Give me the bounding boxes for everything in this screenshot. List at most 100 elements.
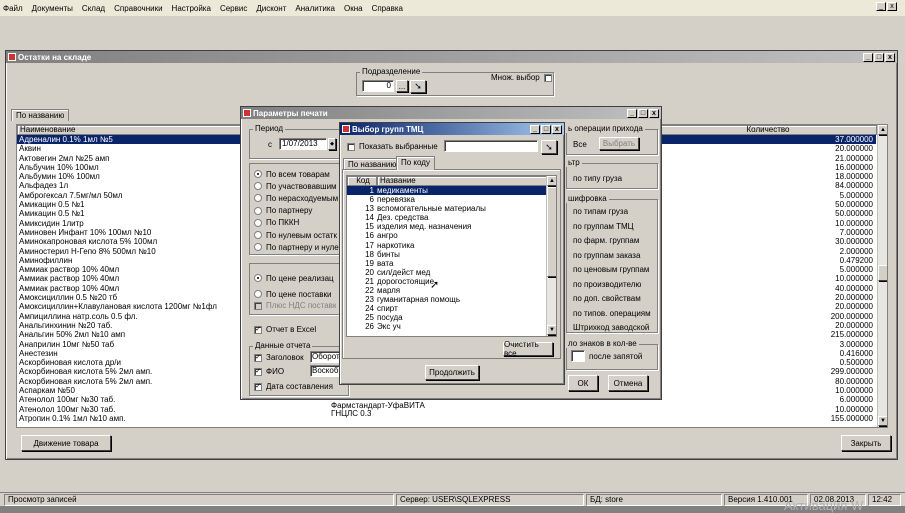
scroll-down-button[interactable]: ▼ xyxy=(878,416,887,426)
table-row-qty[interactable]: 299.000000 xyxy=(657,367,876,376)
group-list-scrollbar[interactable]: ▲ ▼ xyxy=(546,176,556,336)
print-maximize-button[interactable]: □ xyxy=(638,108,648,118)
menu-item[interactable]: Дисконт xyxy=(256,4,286,13)
scope-radio-row[interactable]: По нулевым остатк xyxy=(254,229,339,241)
date-spin-button[interactable]: ◆ xyxy=(328,138,336,150)
signs-input[interactable] xyxy=(571,350,585,362)
grouping-item[interactable]: по группам заказа xyxy=(573,251,651,266)
table-row-qty[interactable]: 215.000000 xyxy=(657,330,876,339)
scope-radio-row[interactable]: По участвовавшим xyxy=(254,180,339,192)
grouping-item[interactable]: по ценовым группам xyxy=(573,265,651,280)
table-row-qty[interactable]: 20.000000 xyxy=(657,144,876,153)
scope-radio[interactable] xyxy=(254,206,262,215)
stock-list-scrollbar[interactable]: ▲ ▼ xyxy=(877,125,887,427)
group-row[interactable]: 20 сил/дейст мед xyxy=(347,268,547,277)
group-row[interactable]: 18 бинты xyxy=(347,250,547,259)
scroll-up-button[interactable]: ▲ xyxy=(878,125,887,135)
table-row-qty[interactable]: 5.000000 xyxy=(657,191,876,200)
table-row-qty[interactable]: 37.000000 xyxy=(657,135,876,145)
grouping-item[interactable]: по фарм. группам xyxy=(573,236,651,251)
scroll-thumb[interactable] xyxy=(878,265,887,281)
scope-radio[interactable] xyxy=(254,243,262,252)
scope-radio-row[interactable]: По нерасходуемым xyxy=(254,192,339,204)
table-row-qty[interactable]: 50.000000 xyxy=(657,209,876,218)
menu-item[interactable]: Сервис xyxy=(220,4,247,13)
tab-group-by-code[interactable]: По коду xyxy=(396,156,435,170)
grouping-item[interactable]: по производителю xyxy=(573,280,651,295)
group-search-input[interactable] xyxy=(444,140,538,152)
maximize-button[interactable]: □ xyxy=(874,52,884,62)
scope-radio[interactable] xyxy=(254,231,262,240)
menu-item[interactable]: Файл xyxy=(3,4,23,13)
grouping-item[interactable]: Штрихкод заводской xyxy=(573,323,651,338)
group-scroll-up[interactable]: ▲ xyxy=(547,176,556,186)
date-from-input[interactable]: 1/07/2013 xyxy=(279,138,327,150)
menu-item[interactable]: Настройка xyxy=(172,4,211,13)
department-pick-button[interactable]: ➘ xyxy=(410,80,426,93)
scope-radio-row[interactable]: По ПККН xyxy=(254,217,339,229)
cancel-button[interactable]: Отмена xyxy=(608,375,648,391)
group-row[interactable]: 16 ангро xyxy=(347,231,547,240)
group-row[interactable]: 6 перевязка xyxy=(347,195,547,204)
group-scroll-thumb[interactable] xyxy=(547,187,556,277)
group-row[interactable]: 21 дорогостоящие xyxy=(347,277,547,286)
minimize-button[interactable]: _ xyxy=(863,52,873,62)
group-col-code[interactable]: Код xyxy=(347,176,377,186)
group-col-name[interactable]: Название xyxy=(377,176,547,186)
scope-radio-row[interactable]: По партнеру xyxy=(254,205,339,217)
price-radio-row[interactable]: По цене поставки xyxy=(254,286,334,302)
table-row-qty[interactable]: 0.500000 xyxy=(657,358,876,367)
print-close-button[interactable]: x xyxy=(649,108,659,118)
table-row-qty[interactable]: 30.000000 xyxy=(657,237,876,246)
grouping-item[interactable]: по типам груза xyxy=(573,207,651,222)
group-row[interactable]: 1 медикаменты xyxy=(347,186,547,196)
grouping-item[interactable]: по типов. операциям xyxy=(573,309,651,324)
table-row-qty[interactable]: 6.000000 xyxy=(657,395,876,404)
print-minimize-button[interactable]: _ xyxy=(627,108,637,118)
group-row[interactable]: 17 наркотика xyxy=(347,241,547,250)
group-row[interactable]: 19 вата xyxy=(347,259,547,268)
ok-button[interactable]: ОК xyxy=(568,375,598,391)
table-row-qty[interactable]: 20.000000 xyxy=(657,321,876,330)
table-row-qty[interactable]: 40.000000 xyxy=(657,284,876,293)
group-maximize-button[interactable]: □ xyxy=(541,124,551,134)
table-row-qty[interactable]: 21.000000 xyxy=(657,154,876,163)
scope-radio-row[interactable]: По партнеру и нуле xyxy=(254,241,339,253)
move-goods-button[interactable]: Движение товара xyxy=(21,435,111,451)
clear-all-button[interactable]: Очистить все xyxy=(503,340,553,358)
header-checkbox[interactable]: ✓ xyxy=(254,353,262,362)
tab-by-name[interactable]: По названию xyxy=(11,109,70,121)
table-row-qty[interactable]: 50.000000 xyxy=(657,200,876,209)
table-row-qty[interactable]: 20.000000 xyxy=(657,302,876,311)
group-row[interactable]: 23 гуманитарная помощь xyxy=(347,295,547,304)
date-checkbox[interactable]: ✓ xyxy=(254,382,262,391)
group-row[interactable]: 25 посуда xyxy=(347,313,547,322)
table-row-qty[interactable]: 10.000000 xyxy=(657,405,876,414)
close-main-button[interactable]: Закрыть xyxy=(841,435,891,451)
menu-item[interactable]: Аналитика xyxy=(295,4,335,13)
table-row-qty[interactable]: 80.000000 xyxy=(657,377,876,386)
group-row[interactable]: 15 изделия мед. назначения xyxy=(347,222,547,231)
show-selected-checkbox[interactable] xyxy=(347,142,355,151)
table-row-qty[interactable]: 155.000000 xyxy=(657,414,876,423)
table-row-qty[interactable]: 3.000000 xyxy=(657,340,876,349)
excel-checkbox[interactable]: ✓ xyxy=(254,325,262,334)
scope-radio[interactable] xyxy=(254,182,262,191)
table-row-qty[interactable]: 10.000000 xyxy=(657,219,876,228)
scope-radio[interactable] xyxy=(254,194,262,203)
group-minimize-button[interactable]: _ xyxy=(530,124,540,134)
group-row[interactable]: 13 вспомогательные материалы xyxy=(347,204,547,213)
fio-checkbox[interactable]: ✓ xyxy=(254,367,262,376)
choose-button[interactable]: Выбрать xyxy=(599,137,639,150)
menu-item[interactable]: Справочники xyxy=(114,4,162,13)
menu-item[interactable]: Документы xyxy=(32,4,73,13)
filter-item[interactable]: по типу груза xyxy=(573,174,622,183)
scope-radio[interactable] xyxy=(254,170,262,179)
mdi-close-button[interactable]: x xyxy=(887,2,897,11)
scope-radio-row[interactable]: По всем товарам xyxy=(254,168,339,180)
group-scroll-down[interactable]: ▼ xyxy=(547,325,556,335)
continue-button[interactable]: Продолжить xyxy=(425,365,479,380)
mdi-minimize-button[interactable]: _ xyxy=(876,2,886,11)
grouping-item[interactable]: по группам ТМЦ xyxy=(573,222,651,237)
group-search-button[interactable]: ➘ xyxy=(541,140,557,154)
